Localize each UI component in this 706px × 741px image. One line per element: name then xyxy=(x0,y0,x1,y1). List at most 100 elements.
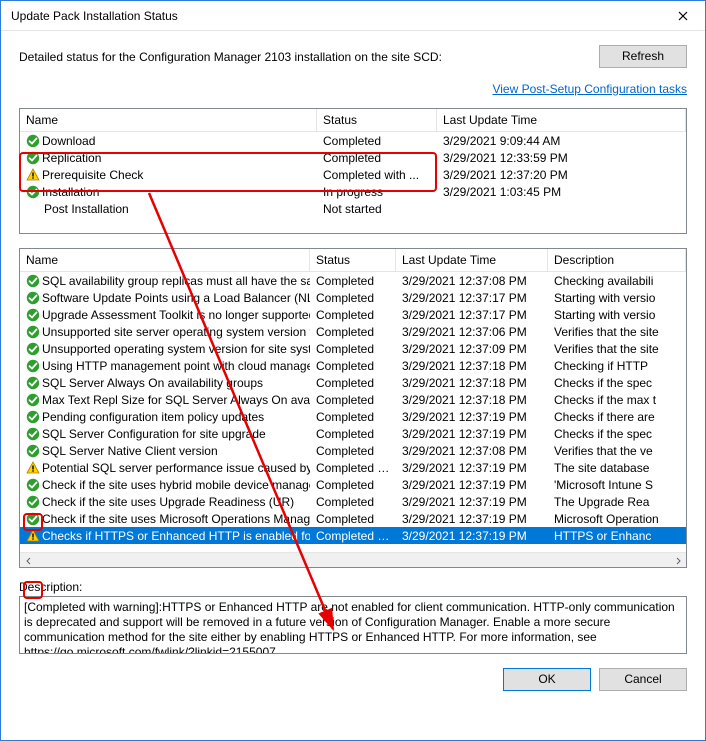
cell-name: Check if the site uses hybrid mobile dev… xyxy=(20,478,310,492)
table-row[interactable]: Potential SQL server performance issue c… xyxy=(20,459,686,476)
detail-list[interactable]: Name Status Last Update Time Description… xyxy=(19,248,687,568)
table-row[interactable]: SQL Server Always On availability groups… xyxy=(20,374,686,391)
ok-button[interactable]: OK xyxy=(503,668,591,691)
cell-name: Download xyxy=(20,134,317,148)
cell-time: 3/29/2021 12:37:19 PM xyxy=(396,512,548,526)
col-name[interactable]: Name xyxy=(20,249,310,271)
cell-name: Prerequisite Check xyxy=(20,168,317,182)
table-row[interactable]: Upgrade Assessment Toolkit is no longer … xyxy=(20,306,686,323)
cancel-button[interactable]: Cancel xyxy=(599,668,687,691)
col-status[interactable]: Status xyxy=(310,249,396,271)
table-row[interactable]: Pending configuration item policy update… xyxy=(20,408,686,425)
refresh-button[interactable]: Refresh xyxy=(599,45,687,68)
status-text: Detailed status for the Configuration Ma… xyxy=(19,50,599,64)
cell-time: 3/29/2021 12:37:06 PM xyxy=(396,325,548,339)
phase-list[interactable]: Name Status Last Update Time DownloadCom… xyxy=(19,108,687,234)
cell-desc: Starting with versio xyxy=(548,291,686,305)
table-row[interactable]: InstallationIn progress3/29/2021 1:03:45… xyxy=(20,183,686,200)
cell-desc: Checking availabili xyxy=(548,274,686,288)
check-icon xyxy=(26,151,40,165)
cell-status: Completed xyxy=(317,151,437,165)
cell-time: 3/29/2021 1:03:45 PM xyxy=(437,185,686,199)
col-time[interactable]: Last Update Time xyxy=(396,249,548,271)
cell-time: 3/29/2021 12:37:18 PM xyxy=(396,393,548,407)
cell-name: Check if the site uses Microsoft Operati… xyxy=(20,512,310,526)
cell-time: 3/29/2021 12:37:08 PM xyxy=(396,274,548,288)
check-icon xyxy=(26,342,40,356)
cell-time: 3/29/2021 12:37:17 PM xyxy=(396,308,548,322)
table-row[interactable]: Check if the site uses Upgrade Readiness… xyxy=(20,493,686,510)
table-row[interactable]: ReplicationCompleted3/29/2021 12:33:59 P… xyxy=(20,149,686,166)
cell-status: Completed xyxy=(317,134,437,148)
description-box[interactable]: [Completed with warning]:HTTPS or Enhanc… xyxy=(19,596,687,654)
table-row[interactable]: DownloadCompleted3/29/2021 9:09:44 AM xyxy=(20,132,686,149)
header-row: Detailed status for the Configuration Ma… xyxy=(19,45,687,68)
cell-status: Completed xyxy=(310,308,396,322)
check-icon xyxy=(26,393,40,407)
check-icon xyxy=(26,291,40,305)
cell-time: 3/29/2021 12:37:17 PM xyxy=(396,291,548,305)
cell-status: Completed with ... xyxy=(310,529,396,543)
horizontal-scrollbar[interactable] xyxy=(20,552,686,568)
link-row: View Post-Setup Configuration tasks xyxy=(19,82,687,96)
cell-desc: Microsoft Operation xyxy=(548,512,686,526)
cell-name: Check if the site uses Upgrade Readiness… xyxy=(20,495,310,509)
cell-desc: Verifies that the ve xyxy=(548,444,686,458)
table-row[interactable]: Software Update Points using a Load Bala… xyxy=(20,289,686,306)
table-row[interactable]: Post InstallationNot started xyxy=(20,200,686,217)
scroll-left-icon[interactable] xyxy=(20,553,37,569)
window-title: Update Pack Installation Status xyxy=(11,9,660,23)
footer-buttons: OK Cancel xyxy=(19,668,687,691)
check-icon xyxy=(26,444,40,458)
close-button[interactable] xyxy=(660,1,705,31)
description-label: Description: xyxy=(19,580,687,594)
check-icon xyxy=(26,185,40,199)
cell-time: 3/29/2021 12:37:19 PM xyxy=(396,478,548,492)
table-row[interactable]: SQL Server Native Client versionComplete… xyxy=(20,442,686,459)
cell-name: Max Text Repl Size for SQL Server Always… xyxy=(20,393,310,407)
cell-status: Completed xyxy=(310,478,396,492)
table-row[interactable]: SQL Server Configuration for site upgrad… xyxy=(20,425,686,442)
cell-time: 3/29/2021 12:37:08 PM xyxy=(396,444,548,458)
dialog-window: Update Pack Installation Status Detailed… xyxy=(0,0,706,741)
table-row[interactable]: Max Text Repl Size for SQL Server Always… xyxy=(20,391,686,408)
cell-name: Pending configuration item policy update… xyxy=(20,410,310,424)
scroll-right-icon[interactable] xyxy=(669,553,686,569)
check-icon xyxy=(26,359,40,373)
phase-list-header: Name Status Last Update Time xyxy=(20,109,686,132)
check-icon xyxy=(26,427,40,441)
table-row[interactable]: Check if the site uses hybrid mobile dev… xyxy=(20,476,686,493)
post-setup-link[interactable]: View Post-Setup Configuration tasks xyxy=(492,82,687,96)
col-status[interactable]: Status xyxy=(317,109,437,131)
table-row[interactable]: Prerequisite CheckCompleted with ...3/29… xyxy=(20,166,686,183)
col-time[interactable]: Last Update Time xyxy=(437,109,686,131)
table-row[interactable]: Checks if HTTPS or Enhanced HTTP is enab… xyxy=(20,527,686,544)
cell-time: 3/29/2021 12:37:19 PM xyxy=(396,461,548,475)
table-row[interactable]: Using HTTP management point with cloud m… xyxy=(20,357,686,374)
cell-status: Completed xyxy=(310,495,396,509)
col-name[interactable]: Name xyxy=(20,109,317,131)
cell-status: Not started xyxy=(317,202,437,216)
cell-status: Completed xyxy=(310,342,396,356)
cell-status: Completed xyxy=(310,410,396,424)
warning-icon xyxy=(26,461,40,475)
cell-name: SQL Server Always On availability groups xyxy=(20,376,310,390)
cell-time: 3/29/2021 12:37:19 PM xyxy=(396,427,548,441)
check-icon xyxy=(26,495,40,509)
cell-desc: Checks if the max t xyxy=(548,393,686,407)
cell-name: Software Update Points using a Load Bala… xyxy=(20,291,310,305)
cell-desc: Checks if the spec xyxy=(548,376,686,390)
cell-name: Upgrade Assessment Toolkit is no longer … xyxy=(20,308,310,322)
cell-status: Completed xyxy=(310,427,396,441)
table-row[interactable]: Unsupported site server operating system… xyxy=(20,323,686,340)
cell-desc: The Upgrade Rea xyxy=(548,495,686,509)
check-icon xyxy=(26,134,40,148)
table-row[interactable]: SQL availability group replicas must all… xyxy=(20,272,686,289)
cell-desc: Checks if there are xyxy=(548,410,686,424)
cell-time: 3/29/2021 12:37:19 PM xyxy=(396,410,548,424)
table-row[interactable]: Unsupported operating system version for… xyxy=(20,340,686,357)
table-row[interactable]: Check if the site uses Microsoft Operati… xyxy=(20,510,686,527)
col-desc[interactable]: Description xyxy=(548,249,686,271)
cell-desc: Starting with versio xyxy=(548,308,686,322)
cell-time: 3/29/2021 12:37:19 PM xyxy=(396,495,548,509)
